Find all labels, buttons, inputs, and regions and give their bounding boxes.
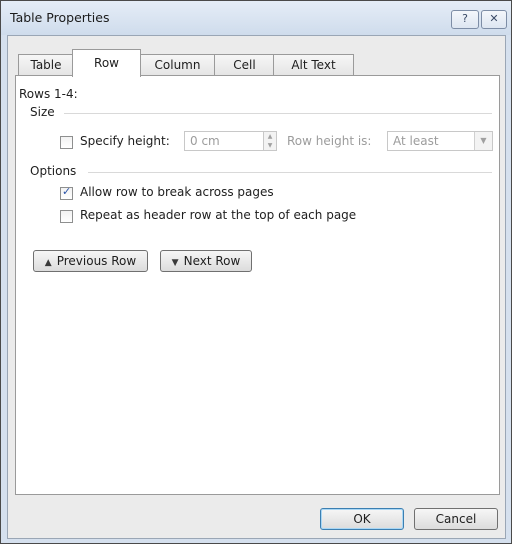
spin-down-icon[interactable]: ▼ — [264, 141, 276, 150]
rows-range-label: Rows 1-4: — [19, 87, 78, 101]
dialog-title: Table Properties — [10, 10, 110, 25]
ok-label: OK — [353, 512, 371, 526]
next-row-button[interactable]: ▼ Next Row — [160, 250, 252, 272]
tab-table[interactable]: Table — [18, 54, 74, 76]
next-row-label: Next Row — [183, 254, 241, 268]
close-icon: ✕ — [489, 12, 499, 25]
specify-height-checkbox[interactable] — [60, 136, 73, 149]
tab-column[interactable]: Column — [139, 54, 216, 76]
options-heading: Options — [30, 164, 77, 178]
previous-row-label: Previous Row — [56, 254, 137, 268]
close-button[interactable]: ✕ — [481, 10, 507, 29]
size-divider — [64, 113, 492, 114]
allow-break-label: Allow row to break across pages — [80, 185, 274, 199]
help-icon: ? — [462, 12, 468, 25]
height-spinner[interactable]: ▲ ▼ — [263, 131, 277, 151]
chevron-down-icon[interactable]: ▼ — [474, 132, 492, 150]
arrow-down-icon: ▼ — [171, 258, 179, 268]
tab-label: Row — [94, 56, 119, 70]
help-button[interactable]: ? — [451, 10, 479, 29]
previous-row-button[interactable]: ▲ Previous Row — [33, 250, 148, 272]
tab-row[interactable]: Row — [72, 49, 141, 77]
tab-label: Table — [30, 58, 62, 72]
allow-break-checkbox[interactable] — [60, 185, 73, 200]
height-input[interactable]: 0 cm — [184, 131, 264, 151]
arrow-up-icon: ▲ — [44, 258, 52, 268]
size-heading: Size — [30, 105, 55, 119]
spin-up-icon[interactable]: ▲ — [264, 132, 276, 141]
tab-alt-text[interactable]: Alt Text — [273, 54, 354, 76]
specify-height-label: Specify height: — [80, 134, 170, 148]
dialog-body: Table Row Column Cell Alt Text Rows 1-4:… — [7, 35, 506, 539]
tab-label: Alt Text — [291, 58, 336, 72]
tab-cell[interactable]: Cell — [214, 54, 275, 76]
row-tab-panel: Rows 1-4: Size Specify height: 0 cm ▲ ▼ … — [15, 75, 500, 495]
row-height-is-label: Row height is: — [287, 134, 372, 148]
cancel-button[interactable]: Cancel — [414, 508, 498, 530]
table-properties-dialog: Table Properties ? ✕ Table Row Column Ce… — [0, 0, 512, 544]
options-divider — [88, 172, 492, 173]
repeat-header-checkbox[interactable] — [60, 210, 73, 223]
title-bar[interactable]: Table Properties ? ✕ — [1, 1, 511, 35]
ok-button[interactable]: OK — [320, 508, 404, 530]
row-height-is-select[interactable]: At least ▼ — [387, 131, 493, 151]
cancel-label: Cancel — [435, 512, 477, 526]
tab-label: Column — [154, 58, 201, 72]
repeat-header-label: Repeat as header row at the top of each … — [80, 208, 357, 222]
row-height-is-value: At least — [393, 134, 439, 148]
tab-label: Cell — [233, 58, 256, 72]
